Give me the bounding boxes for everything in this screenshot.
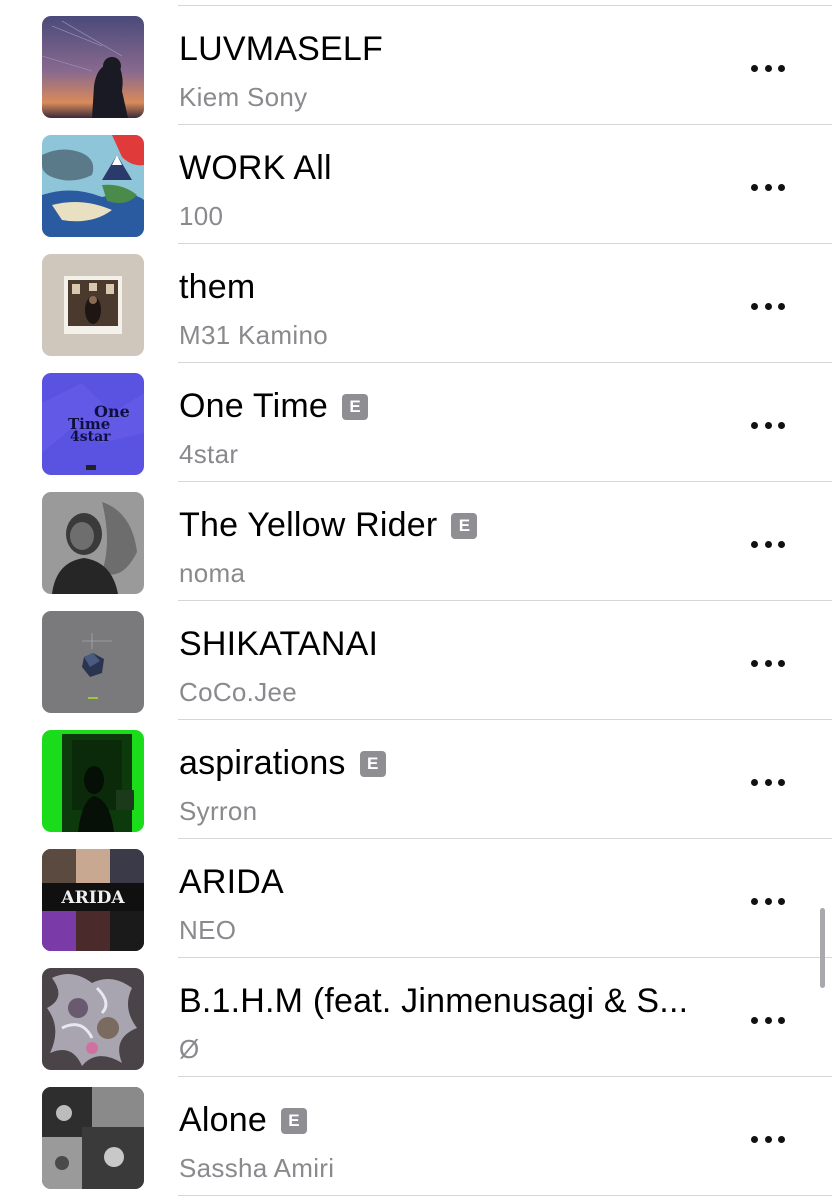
explicit-badge: E [280, 1107, 307, 1134]
album-art [42, 1087, 144, 1189]
explicit-badge: E [342, 393, 368, 420]
album-art [42, 730, 144, 832]
more-options-icon[interactable] [748, 417, 788, 433]
song-artist: Syrron [179, 796, 258, 826]
song-artist: CoCo.Jee [179, 677, 298, 707]
song-row[interactable]: Alone E Sassha Amiri [0, 1077, 832, 1196]
song-artist: Kiem Sony [179, 82, 308, 112]
song-title: Alone [179, 1101, 267, 1139]
album-art [42, 16, 144, 118]
song-title: One Time [179, 387, 328, 425]
song-artist: noma [179, 558, 246, 588]
song-artist: 100 [179, 201, 224, 231]
song-artist: 4star [179, 439, 239, 469]
more-options-icon[interactable] [748, 179, 788, 195]
song-row[interactable]: SHIKATANAI CoCo.Jee [0, 601, 832, 720]
song-title: aspirations [179, 744, 346, 782]
more-options-icon[interactable] [748, 60, 788, 76]
song-artist: NEO [179, 915, 237, 945]
more-options-icon[interactable] [748, 1012, 788, 1028]
more-options-icon[interactable] [748, 298, 788, 314]
song-row[interactable]: aspirations E Syrron [0, 720, 832, 839]
more-options-icon[interactable] [748, 536, 788, 552]
song-row[interactable]: The Yellow Rider E noma [0, 482, 832, 601]
album-art: ARIDA [42, 849, 144, 951]
album-art-text: ARIDA [60, 888, 125, 908]
song-title: SHIKATANAI [179, 625, 379, 663]
explicit-badge: E [451, 512, 478, 539]
explicit-badge: E [359, 750, 386, 777]
album-art-text: 4star [70, 429, 111, 445]
song-title: LUVMASELF [179, 30, 383, 68]
album-art [42, 968, 144, 1070]
album-art: One Time 4star [42, 373, 144, 475]
album-art [42, 135, 144, 237]
song-row[interactable]: LUVMASELF Kiem Sony [0, 6, 832, 125]
more-options-icon[interactable] [748, 774, 788, 790]
song-row[interactable]: B.1.H.M (feat. Jinmenusagi & S... Ø [0, 958, 832, 1077]
song-artist: Sassha Amiri [179, 1153, 335, 1183]
divider [178, 1195, 832, 1196]
album-art [42, 492, 144, 594]
song-title: WORK All [179, 149, 332, 187]
song-artist: Ø [179, 1034, 200, 1064]
more-options-icon[interactable] [748, 893, 788, 909]
album-art [42, 611, 144, 713]
more-options-icon[interactable] [748, 1131, 788, 1147]
song-list: LUVMASELF Kiem Sony WORK All 100 them M3… [0, 0, 832, 1200]
album-art [42, 254, 144, 356]
song-row[interactable]: One Time 4star One Time E 4star [0, 363, 832, 482]
scrollbar[interactable] [820, 908, 825, 988]
song-title: ARIDA [179, 863, 284, 901]
song-row[interactable]: ARIDA ARIDA NEO [0, 839, 832, 958]
more-options-icon[interactable] [748, 655, 788, 671]
song-title: them [179, 268, 256, 306]
song-title: The Yellow Rider [179, 506, 438, 544]
song-row[interactable]: them M31 Kamino [0, 244, 832, 363]
song-row[interactable]: WORK All 100 [0, 125, 832, 244]
song-title: B.1.H.M (feat. Jinmenusagi & S... [179, 982, 689, 1020]
song-artist: M31 Kamino [179, 320, 328, 350]
